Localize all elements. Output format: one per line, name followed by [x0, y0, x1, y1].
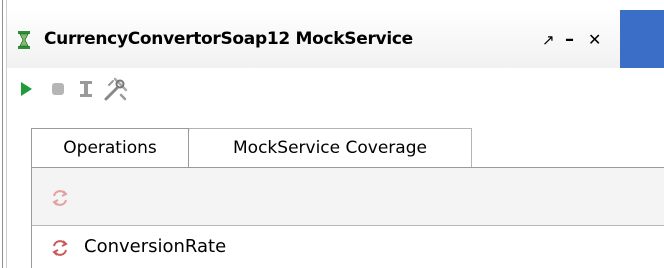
refresh-icon[interactable] [50, 188, 70, 208]
settings-icon[interactable] [103, 76, 129, 102]
operation-label: ConversionRate [84, 236, 227, 257]
tab-label: MockService Coverage [233, 138, 427, 158]
mock-service-icon [18, 31, 30, 49]
detach-icon[interactable]: ↗ [542, 28, 555, 52]
window-border [2, 0, 3, 268]
mock-service-window: CurrencyConvertorSoap12 MockService ↗ – … [0, 0, 664, 268]
window-controls: ↗ – ✕ [540, 28, 620, 52]
tab-label: Operations [63, 138, 157, 158]
tab-operations[interactable]: Operations [31, 128, 189, 168]
list-item[interactable]: ConversionRate [32, 226, 664, 268]
adjacent-panel-tab[interactable] [620, 10, 664, 68]
run-icon[interactable] [15, 78, 37, 100]
tab-mockservice-coverage[interactable]: MockService Coverage [189, 128, 472, 168]
toolbar [7, 68, 664, 108]
tab-strip: MockService Coverage Operations [7, 108, 664, 170]
close-icon[interactable]: ✕ [588, 28, 601, 52]
stop-icon[interactable] [47, 78, 69, 100]
operations-toolbar [32, 168, 664, 226]
options-icon[interactable] [75, 78, 97, 100]
window-title: CurrencyConvertorSoap12 MockService [44, 29, 413, 49]
operation-icon [52, 240, 68, 256]
title-bar[interactable]: CurrencyConvertorSoap12 MockService ↗ – … [7, 8, 664, 68]
operations-panel: ConversionRate [31, 168, 664, 268]
minimize-icon[interactable]: – [565, 28, 574, 52]
